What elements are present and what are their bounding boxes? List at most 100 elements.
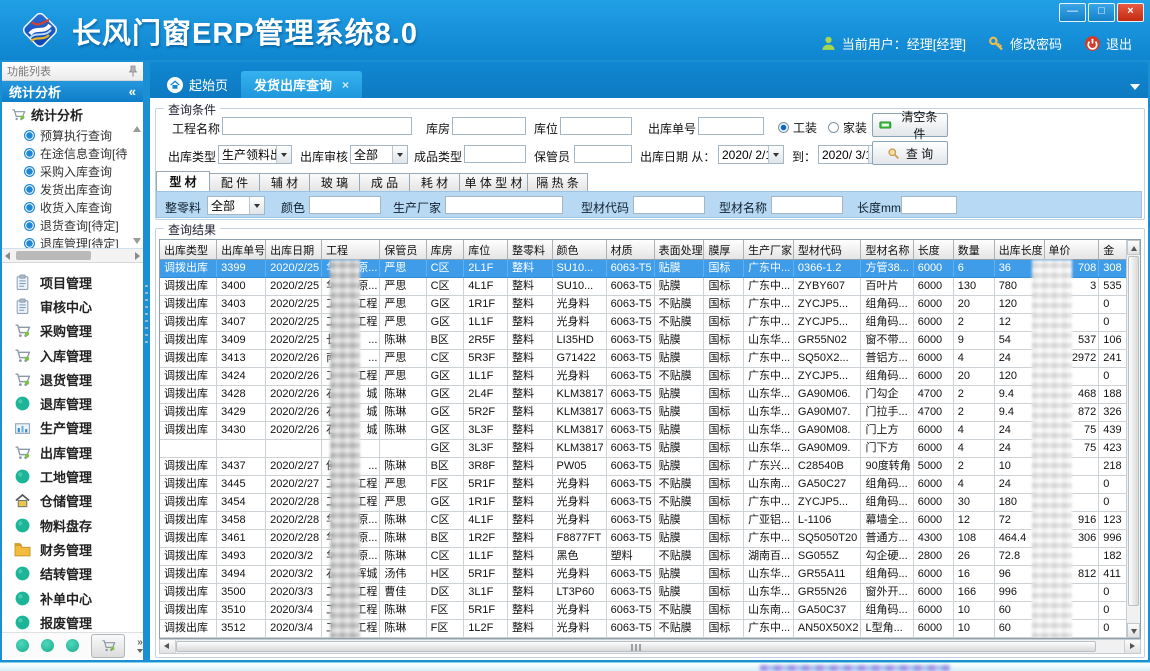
material-tab-0[interactable]: 型 材 bbox=[156, 171, 210, 192]
table-row[interactable]: 调拨出库34302020/2/26石城陈琳G区3L3F整料KLM38176063… bbox=[160, 422, 1140, 440]
tree-item-3[interactable]: 发货出库查询 bbox=[2, 180, 143, 198]
table-row[interactable]: 调拨出库34372020/2/27佛...陈琳B区3R8F整料PW056063-… bbox=[160, 458, 1140, 476]
footer-dot-button[interactable] bbox=[41, 639, 54, 652]
scroll-down-icon[interactable] bbox=[1127, 623, 1140, 638]
material-tab-7[interactable]: 隔 热 条 bbox=[528, 173, 588, 192]
column-header[interactable]: 出库类型 bbox=[160, 240, 217, 260]
scroll-right-icon[interactable] bbox=[1124, 640, 1140, 653]
close-button[interactable]: × bbox=[1117, 3, 1144, 22]
sidebar-item-4[interactable]: 退货管理 bbox=[2, 367, 143, 391]
column-header[interactable]: 膜厚 bbox=[704, 240, 744, 260]
logout-button[interactable]: 退出 bbox=[1084, 34, 1132, 53]
column-header[interactable]: 表面处理 bbox=[654, 240, 704, 260]
scrollbar-thumb[interactable] bbox=[16, 251, 91, 260]
tree-item-1[interactable]: 在途信息查询[待 bbox=[2, 144, 143, 162]
tree-item-5[interactable]: 退货查询[待定] bbox=[2, 216, 143, 234]
pin-icon[interactable] bbox=[128, 65, 138, 77]
column-header[interactable]: 生产厂家 bbox=[744, 240, 794, 260]
table-row[interactable]: 调拨出库34582020/2/28华原...陈琳C区4L1F整料光身料6063-… bbox=[160, 512, 1140, 530]
sidebar-item-13[interactable]: 补单中心 bbox=[2, 586, 143, 610]
order-no-input[interactable] bbox=[698, 117, 764, 135]
footer-more-button[interactable]: » bbox=[137, 639, 143, 653]
material-tab-6[interactable]: 单 体 型 材 bbox=[460, 173, 528, 192]
column-header[interactable]: 材质 bbox=[606, 240, 654, 260]
material-tab-5[interactable]: 耗 材 bbox=[410, 173, 460, 192]
color-input[interactable] bbox=[309, 196, 381, 214]
maker-input[interactable] bbox=[445, 196, 563, 214]
grid-vertical-scrollbar[interactable] bbox=[1126, 240, 1140, 638]
column-header[interactable]: 库位 bbox=[464, 240, 508, 260]
table-row[interactable]: 调拨出库34452020/2/27工共工程严思F区5R1F整料光身料6063-T… bbox=[160, 476, 1140, 494]
sidebar-item-5[interactable]: 退库管理 bbox=[2, 391, 143, 415]
tree-scroll-down-icon[interactable] bbox=[133, 238, 141, 244]
date-from-picker[interactable]: 2020/ 2/16 bbox=[718, 145, 784, 164]
table-row[interactable]: 调拨出库34942020/3/2石辉城汤伟H区5R1F整料光身料6063-T5贴… bbox=[160, 566, 1140, 584]
sidebar-item-6[interactable]: 生产管理 bbox=[2, 416, 143, 440]
sidebar-item-10[interactable]: 物料盘存 bbox=[2, 513, 143, 537]
table-row[interactable]: 调拨出库35002020/3/3工共工程曹佳D区3L1F整料LT3P606063… bbox=[160, 584, 1140, 602]
search-button[interactable]: 查 询 bbox=[872, 141, 948, 165]
table-row[interactable]: 调拨出库34032020/2/25工工程严思G区1R1F整料光身料6063-T5… bbox=[160, 296, 1140, 314]
column-header[interactable]: 长度 bbox=[913, 240, 953, 260]
table-row[interactable]: 调拨出库35122020/3/4工共工程陈琳F区1L2F整料光身料6063-T5… bbox=[160, 620, 1140, 638]
footer-dot-button[interactable] bbox=[16, 639, 29, 652]
column-header[interactable]: 单价 bbox=[1044, 240, 1099, 260]
column-header[interactable]: 型材代码 bbox=[793, 240, 861, 260]
radio-jiazhuang[interactable]: 家装 bbox=[828, 119, 867, 136]
material-tab-4[interactable]: 成 品 bbox=[360, 173, 410, 192]
maximize-button[interactable]: □ bbox=[1088, 3, 1115, 22]
column-header[interactable]: 整零料 bbox=[508, 240, 553, 260]
grid-horizontal-scrollbar[interactable] bbox=[159, 639, 1141, 654]
radio-gongzhuang[interactable]: 工装 bbox=[778, 119, 817, 136]
footer-dot-button[interactable] bbox=[66, 639, 79, 652]
footer-cart-button[interactable] bbox=[91, 634, 125, 658]
table-row[interactable]: 调拨出库33992020/2/25华原...严思C区2L1F整料SU10...6… bbox=[160, 260, 1140, 278]
whole-part-select[interactable]: 全部 bbox=[207, 196, 265, 215]
tab-list-dropdown-icon[interactable] bbox=[1130, 84, 1140, 90]
out-type-select[interactable]: 生产领料出库 bbox=[218, 145, 292, 164]
scroll-left-icon[interactable] bbox=[5, 252, 10, 260]
scroll-up-icon[interactable] bbox=[1127, 240, 1140, 255]
warehouse-input[interactable] bbox=[452, 117, 526, 135]
collapse-icon[interactable]: « bbox=[129, 84, 136, 99]
column-header[interactable]: 颜色 bbox=[552, 240, 606, 260]
table-row[interactable]: 调拨出库34242020/2/26工工程严思G区1L1F整料光身料6063-T5… bbox=[160, 368, 1140, 386]
scrollbar-thumb[interactable] bbox=[1128, 256, 1139, 606]
material-tab-2[interactable]: 辅 材 bbox=[260, 173, 310, 192]
sidebar-item-3[interactable]: 入库管理 bbox=[2, 343, 143, 367]
column-header[interactable]: 保管员 bbox=[380, 240, 426, 260]
tree-root-node[interactable]: 统计分析 bbox=[2, 102, 143, 126]
sidebar-item-8[interactable]: 工地管理 bbox=[2, 464, 143, 488]
sidebar-item-14[interactable]: 报废管理 bbox=[2, 610, 143, 634]
sidebar-item-12[interactable]: 结转管理 bbox=[2, 562, 143, 586]
tree-horizontal-scrollbar[interactable] bbox=[2, 249, 143, 263]
table-row[interactable]: 调拨出库35102020/3/4工共工程陈琳F区5R1F整料光身料6063-T5… bbox=[160, 602, 1140, 620]
tab-home[interactable]: 起始页 bbox=[154, 71, 241, 98]
audit-select[interactable]: 全部 bbox=[350, 145, 408, 164]
material-tab-3[interactable]: 玻 璃 bbox=[310, 173, 360, 192]
minimize-button[interactable]: — bbox=[1059, 3, 1086, 22]
code-input[interactable] bbox=[633, 196, 705, 214]
sidebar-item-11[interactable]: 财务管理 bbox=[2, 537, 143, 561]
table-row[interactable]: 调拨出库34282020/2/26石城陈琳G区2L4F整料KLM38176063… bbox=[160, 386, 1140, 404]
sidebar-item-0[interactable]: 项目管理 bbox=[2, 270, 143, 294]
project-name-input[interactable] bbox=[222, 117, 412, 135]
table-row[interactable]: 调拨出库34002020/2/25华原...严思C区4L1F整料SU10...6… bbox=[160, 278, 1140, 296]
column-header[interactable]: 出库单号 bbox=[217, 240, 266, 260]
tab-outbound-query[interactable]: 发货出库查询 × bbox=[241, 71, 362, 98]
table-row[interactable]: 调拨出库34132020/2/26南...严思C区5R3F整料G71422606… bbox=[160, 350, 1140, 368]
tree-scroll-up-icon[interactable] bbox=[133, 126, 141, 132]
scroll-right-icon[interactable] bbox=[135, 252, 140, 260]
sidebar-item-1[interactable]: 审核中心 bbox=[2, 294, 143, 318]
column-header[interactable]: 出库日期 bbox=[266, 240, 322, 260]
material-tab-1[interactable]: 配 件 bbox=[210, 173, 260, 192]
tree-item-6[interactable]: 退库管理[待定] bbox=[2, 234, 143, 249]
length-input[interactable] bbox=[901, 196, 957, 214]
table-row[interactable]: G区3L3F整料KLM38176063-T5贴膜国标山东华...GA90M09.… bbox=[160, 440, 1140, 458]
tree-item-2[interactable]: 采购入库查询 bbox=[2, 162, 143, 180]
table-row[interactable]: 调拨出库34612020/2/28华原...陈琳B区1R2F整料F8877FT6… bbox=[160, 530, 1140, 548]
tab-close-icon[interactable]: × bbox=[342, 78, 349, 92]
column-header[interactable]: 工程 bbox=[322, 240, 380, 260]
product-type-input[interactable] bbox=[464, 145, 526, 163]
keeper-input[interactable] bbox=[574, 145, 632, 163]
